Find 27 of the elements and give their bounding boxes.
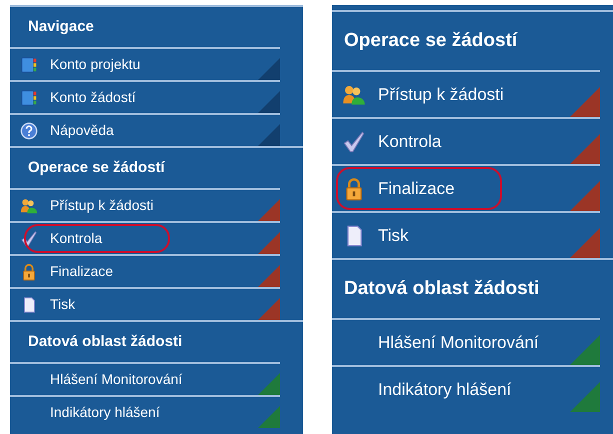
menu-item[interactable]: Konto projektu [10, 47, 280, 80]
menu-item[interactable]: Hlášení Monitorování [332, 318, 600, 365]
section-heading: Datová oblast žádosti [344, 276, 540, 301]
section-heading: Operace se žádostí [28, 158, 165, 178]
menu-item[interactable]: Přístup k žádosti [10, 188, 280, 221]
checkmark-icon [20, 230, 38, 248]
menu-item[interactable]: Přístup k žádosti [332, 70, 600, 117]
padlock-icon [20, 262, 38, 280]
help-icon [20, 122, 38, 140]
menu-item[interactable]: Tisk [10, 287, 280, 320]
menu-item[interactable]: Hlášení Monitorování [10, 362, 280, 395]
section-heading: Datová oblast žádosti [28, 332, 182, 352]
notebook-icon [20, 56, 38, 74]
menu-item[interactable]: Konto žádostí [10, 80, 280, 113]
notebook-icon [20, 88, 38, 106]
checkmark-icon [342, 130, 366, 154]
menu-item[interactable]: Indikátory hlášení [332, 365, 600, 412]
menu-item[interactable]: Kontrola [332, 117, 600, 164]
menu-item[interactable]: Finalizace [332, 164, 600, 211]
menu-item[interactable]: Tisk [332, 211, 600, 258]
menu-item[interactable]: Finalizace [10, 254, 280, 287]
section-heading: Operace se žádostí [344, 28, 518, 53]
menu-item[interactable]: Indikátory hlášení [10, 395, 280, 428]
menu-item[interactable]: Nápověda [10, 113, 280, 146]
menu-item[interactable]: Kontrola [10, 221, 280, 254]
users-icon [20, 196, 38, 214]
section-heading: Navigace [28, 16, 94, 37]
